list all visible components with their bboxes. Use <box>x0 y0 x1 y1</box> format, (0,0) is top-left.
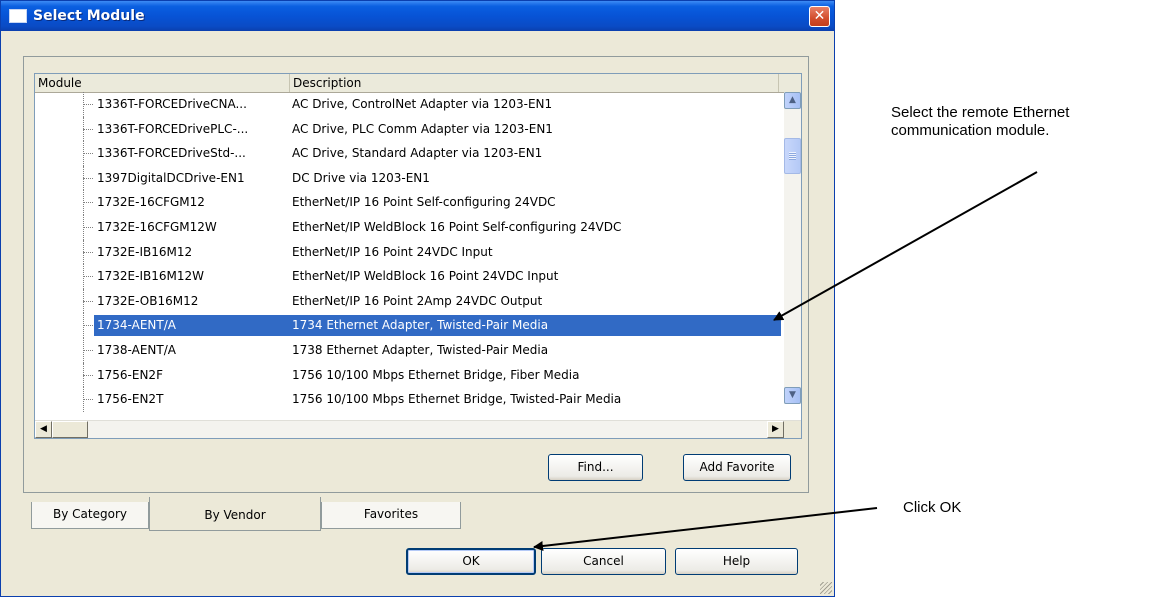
annotation-arrows <box>533 171 1038 551</box>
arrow-to-ok <box>533 507 878 551</box>
arrow-to-module <box>773 171 1038 321</box>
